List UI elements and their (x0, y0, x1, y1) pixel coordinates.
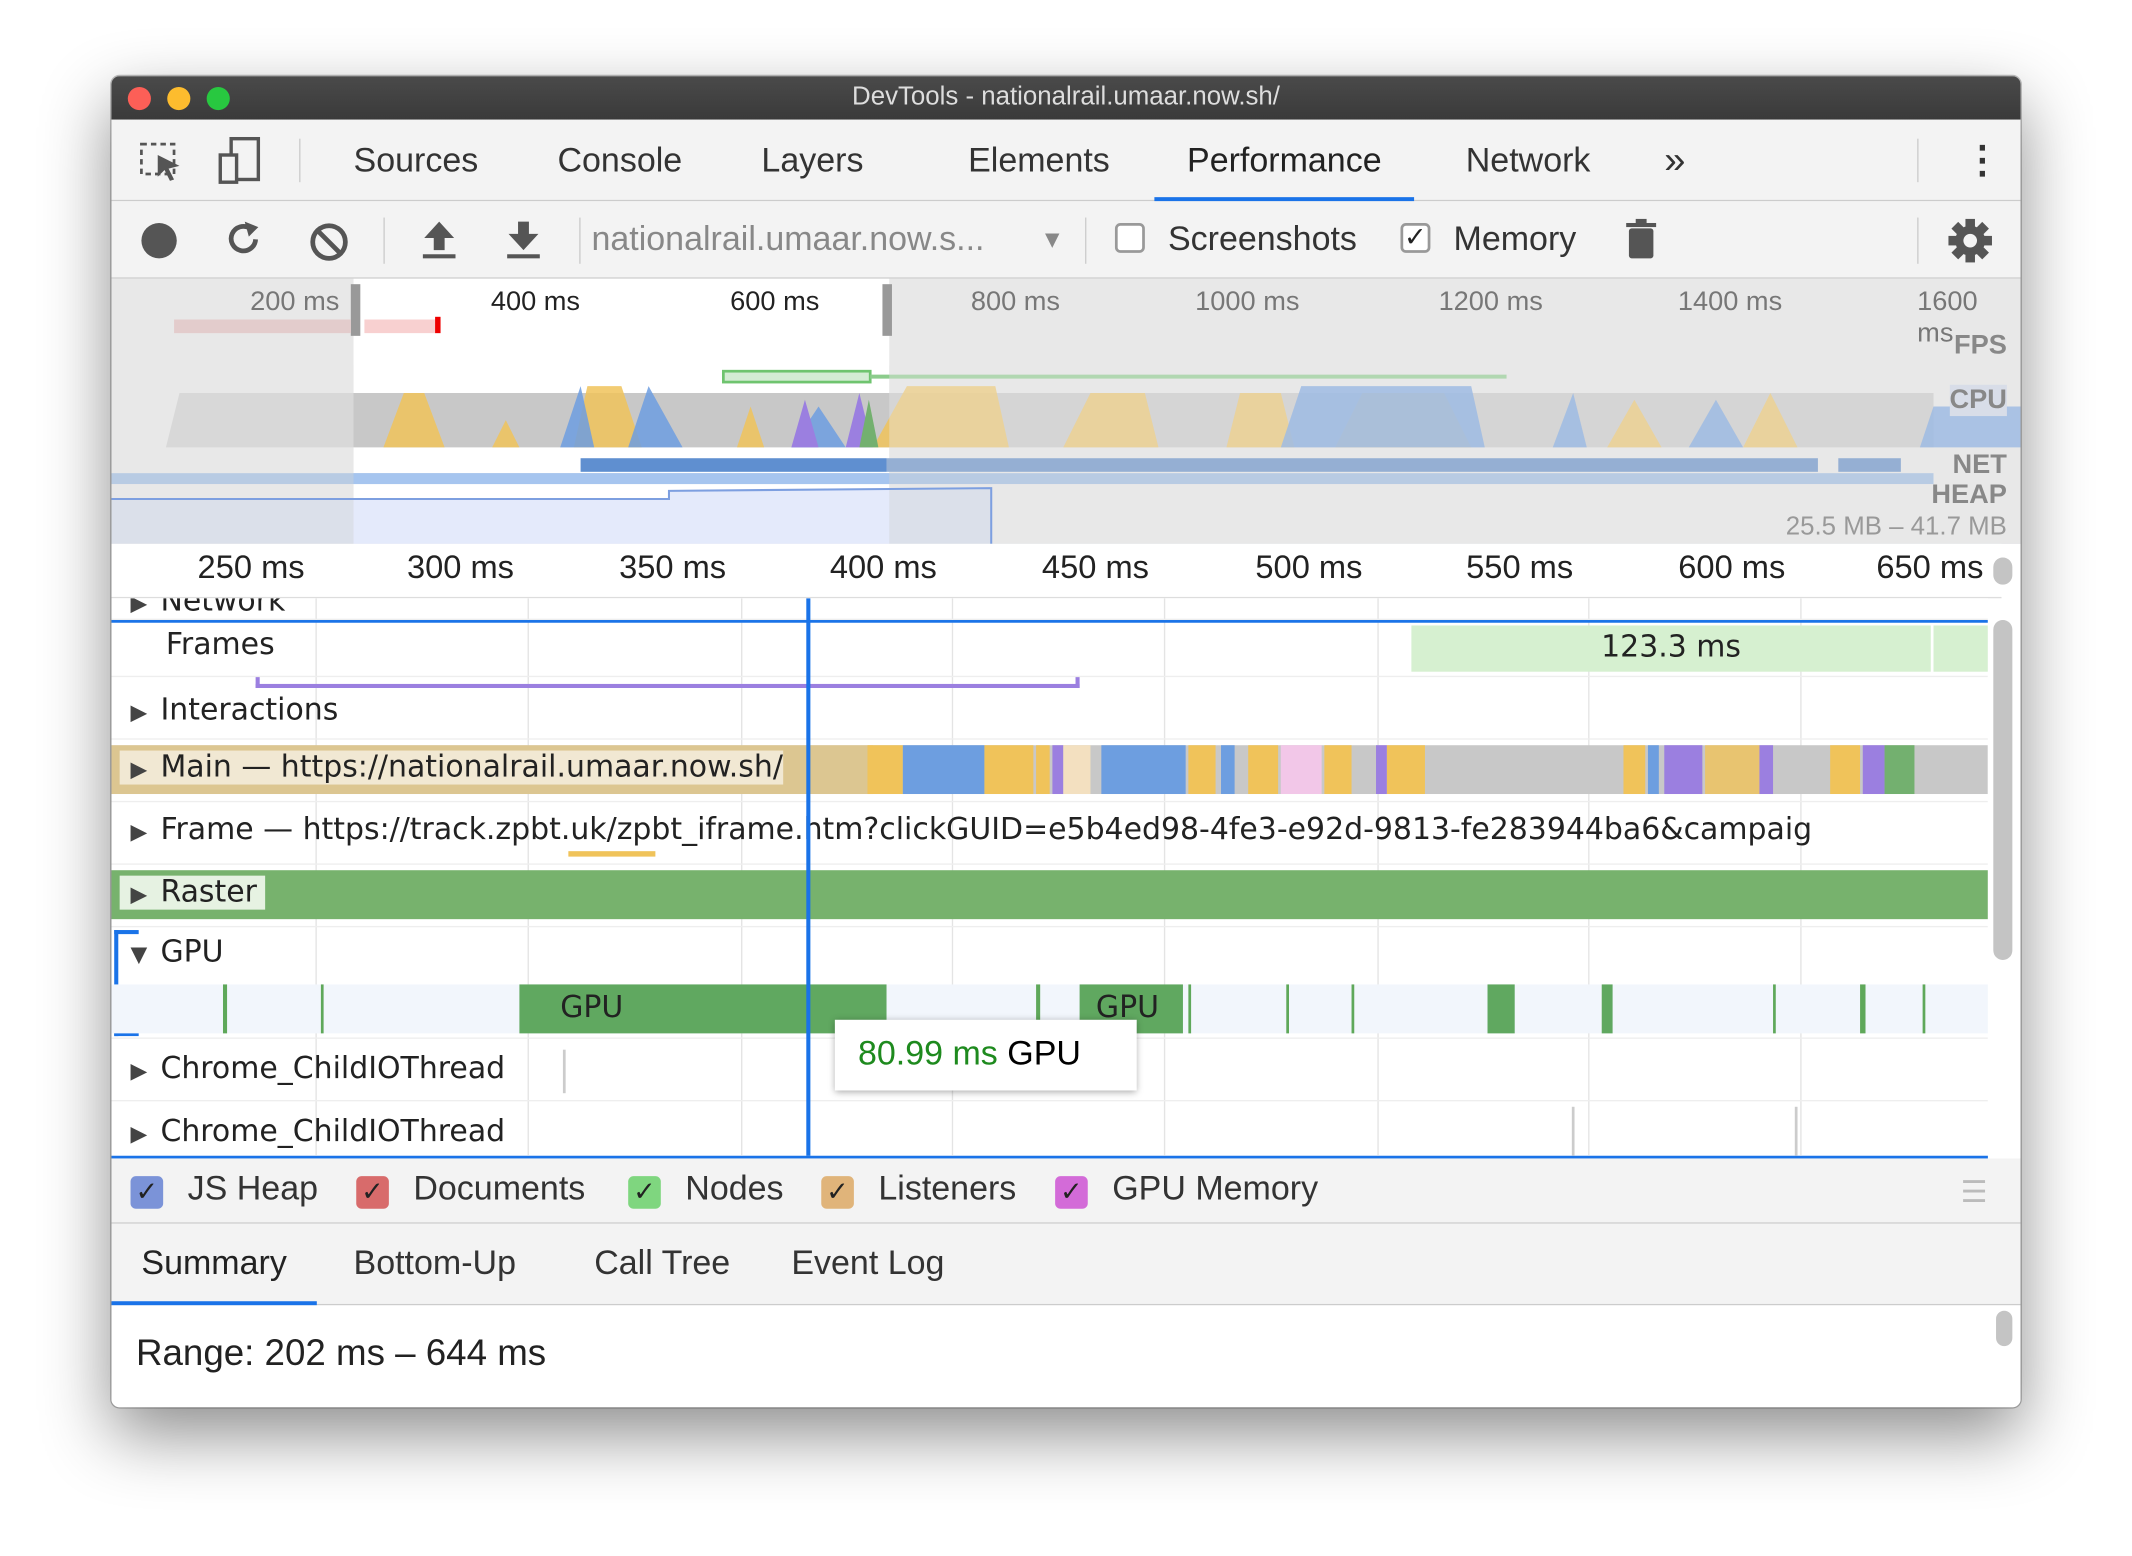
title-bar: DevTools - nationalrail.umaar.now.sh/ (111, 76, 2021, 120)
flame-chart[interactable]: ▶ Network Frames 123.3 ms ▶ Interactions ▶… (111, 598, 1988, 1159)
memory-checkbox[interactable]: ✓ (1400, 222, 1431, 253)
cpu-label: CPU (1949, 384, 2007, 417)
heap-label: HEAP (1931, 479, 2007, 510)
track-frame[interactable]: ▶ Frame — https://track.zpbt.uk/zpbt_ifra… (111, 802, 1988, 865)
gpu-event[interactable]: GPU (519, 984, 887, 1034)
track-raster[interactable]: ▶ Raster (111, 865, 1988, 928)
tab-performance[interactable]: Performance (1154, 120, 1415, 202)
track-frames[interactable]: Frames 123.3 ms (111, 623, 1988, 678)
drag-handle-icon[interactable]: ☰ (1961, 1175, 1988, 1210)
trash-icon[interactable] (1623, 218, 1661, 264)
upload-icon[interactable] (419, 218, 460, 262)
memory-label: Memory (1453, 220, 1577, 259)
kebab-menu-icon[interactable]: ⋮ (1963, 120, 2001, 202)
details-tabs: Summary Bottom-Up Call Tree Event Log (111, 1223, 2021, 1306)
tab-elements[interactable]: Elements (968, 120, 1110, 202)
nodes-checkbox[interactable]: ✓ (628, 1176, 661, 1209)
tab-console[interactable]: Console (557, 120, 682, 202)
devtools-window: DevTools - nationalrail.umaar.now.sh/ So… (111, 76, 2021, 1408)
performance-toolbar: nationalrail.umaar.now.s... ▼ Screenshots… (111, 201, 2021, 279)
tab-summary[interactable]: Summary (111, 1224, 317, 1306)
track-main[interactable]: ▶ Main — https://nationalrail.umaar.now.s… (111, 740, 1988, 803)
track-interactions[interactable]: ▶ Interactions (111, 677, 1988, 740)
memory-counters: ✓ JS Heap ✓ Documents ✓ Nodes ✓ Listeners ✓ G… (111, 1158, 2021, 1224)
settings-gear-icon[interactable] (1947, 218, 1993, 264)
track-child-io-thread[interactable]: ▶ Chrome_ChildIOThread (111, 1101, 1987, 1156)
fps-label: FPS (1954, 330, 2007, 361)
tab-network[interactable]: Network (1466, 120, 1591, 202)
screenshots-checkbox[interactable] (1114, 222, 1145, 253)
tooltip: 80.99 ms GPU (834, 1019, 1137, 1091)
range-text: Range: 202 ms – 644 ms (135, 1332, 547, 1374)
gpu-memory-checkbox[interactable]: ✓ (1055, 1176, 1088, 1209)
tab-bottom-up[interactable]: Bottom-Up (354, 1224, 516, 1306)
dropdown-arrow-icon: ▼ (1040, 225, 1065, 253)
tab-call-tree[interactable]: Call Tree (594, 1224, 730, 1306)
tab-layers[interactable]: Layers (761, 120, 863, 202)
screenshots-label: Screenshots (1167, 220, 1357, 259)
summary-panel: Range: 202 ms – 644 ms (111, 1305, 2021, 1408)
net-label: NET (1952, 450, 2007, 480)
frame-block[interactable]: 123.3 ms (1411, 625, 1931, 672)
download-icon[interactable] (503, 218, 544, 262)
listeners-checkbox[interactable]: ✓ (821, 1176, 854, 1209)
tab-sources[interactable]: Sources (354, 120, 479, 202)
url-select[interactable]: nationalrail.umaar.now.s... ▼ (591, 201, 1080, 279)
record-icon[interactable] (139, 220, 180, 261)
track-gpu[interactable]: ▼ GPU (111, 927, 1987, 981)
js-heap-checkbox[interactable]: ✓ (130, 1176, 164, 1209)
reload-icon[interactable] (223, 219, 264, 260)
tab-event-log[interactable]: Event Log (791, 1224, 944, 1306)
more-tabs-chevron-icon[interactable]: » (1664, 120, 1685, 202)
cursor-line (806, 598, 811, 1156)
device-toolbar-icon[interactable] (218, 136, 264, 185)
minimize-button[interactable] (167, 87, 191, 111)
inspect-element-icon[interactable] (139, 141, 185, 182)
window-title: DevTools - nationalrail.umaar.now.sh/ (852, 82, 1280, 112)
timeline-overview[interactable]: 200 ms 400 ms 600 ms 800 ms 1000 ms 1200… (111, 278, 2021, 544)
heap-range: 25.5 MB – 41.7 MB (1785, 512, 2007, 542)
summary-scrollbar[interactable] (1996, 1310, 2013, 1347)
panel-tabs: Sources Console Layers Elements Performa… (111, 119, 2021, 202)
tracks-scrollbar[interactable] (1993, 620, 2013, 960)
time-ruler: 250 ms 300 ms 350 ms 400 ms 450 ms 500 m… (111, 543, 2002, 599)
clear-icon[interactable] (307, 220, 351, 264)
overview-graphs (111, 365, 2021, 544)
documents-checkbox[interactable]: ✓ (356, 1176, 389, 1209)
range-handle-right[interactable] (882, 284, 892, 336)
close-button[interactable] (127, 87, 151, 111)
maximize-button[interactable] (206, 87, 230, 111)
track-network[interactable]: ▶ Network (111, 598, 1988, 621)
range-handle-left[interactable] (350, 284, 361, 336)
